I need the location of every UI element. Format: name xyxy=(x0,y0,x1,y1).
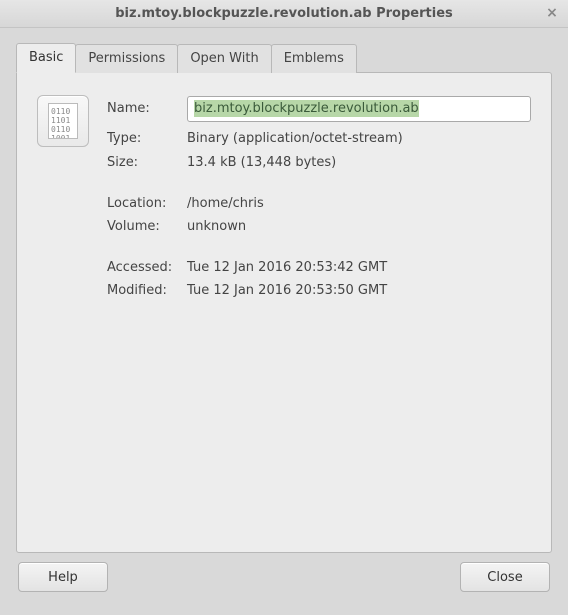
spacer xyxy=(37,178,531,188)
size-value: 13.4 kB (13,448 bytes) xyxy=(187,155,531,170)
tab-open-with[interactable]: Open With xyxy=(177,44,271,73)
help-button[interactable]: Help xyxy=(18,562,108,592)
tab-emblems[interactable]: Emblems xyxy=(271,44,357,73)
name-input-text: biz.mtoy.blockpuzzle.revolution.ab xyxy=(194,100,419,117)
file-icon-cell: 0110 1101 0110 1001 xyxy=(37,95,97,147)
tab-basic[interactable]: Basic xyxy=(16,43,76,73)
binary-file-icon: 0110 1101 0110 1001 xyxy=(48,103,78,139)
tab-label: Permissions xyxy=(88,51,165,66)
volume-label: Volume: xyxy=(107,219,177,234)
file-icon[interactable]: 0110 1101 0110 1001 xyxy=(37,95,89,147)
window-title: biz.mtoy.blockpuzzle.revolution.ab Prope… xyxy=(115,6,453,21)
close-button[interactable]: Close xyxy=(460,562,550,592)
dialog-footer: Help Close xyxy=(16,553,552,605)
button-label: Close xyxy=(487,570,522,585)
tabstrip: Basic Permissions Open With Emblems xyxy=(16,42,552,72)
name-field-wrap: biz.mtoy.blockpuzzle.revolution.ab xyxy=(187,96,531,122)
name-label: Name: xyxy=(107,101,177,116)
tab-label: Emblems xyxy=(284,51,344,66)
properties-window: biz.mtoy.blockpuzzle.revolution.ab Prope… xyxy=(0,0,568,615)
volume-value: unknown xyxy=(187,219,531,234)
type-value: Binary (application/octet-stream) xyxy=(187,131,531,146)
modified-label: Modified: xyxy=(107,283,177,298)
content-area: Basic Permissions Open With Emblems 0110… xyxy=(0,28,568,615)
tab-label: Basic xyxy=(29,50,63,65)
basic-grid: 0110 1101 0110 1001 Name: biz.mtoy.block… xyxy=(37,95,531,298)
accessed-label: Accessed: xyxy=(107,260,177,275)
spacer xyxy=(37,242,531,252)
type-label: Type: xyxy=(107,131,177,146)
tab-panel-basic: 0110 1101 0110 1001 Name: biz.mtoy.block… xyxy=(16,72,552,553)
location-value: /home/chris xyxy=(187,196,531,211)
close-icon[interactable]: × xyxy=(544,5,560,21)
tabs-container: Basic Permissions Open With Emblems 0110… xyxy=(16,42,552,553)
name-input[interactable]: biz.mtoy.blockpuzzle.revolution.ab xyxy=(187,96,531,122)
size-label: Size: xyxy=(107,155,177,170)
accessed-value: Tue 12 Jan 2016 20:53:42 GMT xyxy=(187,260,531,275)
tab-label: Open With xyxy=(190,51,258,66)
button-label: Help xyxy=(48,570,78,585)
titlebar: biz.mtoy.blockpuzzle.revolution.ab Prope… xyxy=(0,0,568,28)
tab-permissions[interactable]: Permissions xyxy=(75,44,178,73)
location-label: Location: xyxy=(107,196,177,211)
modified-value: Tue 12 Jan 2016 20:53:50 GMT xyxy=(187,283,531,298)
